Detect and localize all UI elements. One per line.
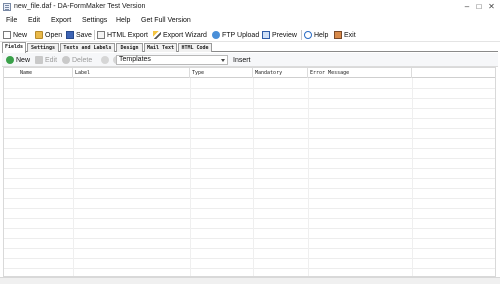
html-export-label: HTML Export xyxy=(107,31,148,39)
app-file-icon xyxy=(3,3,11,11)
table-row-divider xyxy=(4,98,495,99)
table-column-divider xyxy=(190,78,191,276)
new-button[interactable]: New xyxy=(3,30,27,40)
open-button-label: Open xyxy=(45,31,63,39)
table-row-divider xyxy=(4,188,495,189)
html-page-icon xyxy=(97,31,105,39)
exit-label: Exit xyxy=(344,31,356,39)
toolbar-separator xyxy=(94,30,95,40)
table-row-divider xyxy=(4,178,495,179)
column-header-filler xyxy=(412,68,495,78)
tab-design[interactable]: Design xyxy=(116,43,143,52)
edit-field-label: Edit xyxy=(45,56,58,64)
table-header: Name Label Type Mandatory Error Message xyxy=(4,68,495,78)
table-row-divider xyxy=(4,258,495,259)
preview-label: Preview xyxy=(272,31,297,39)
window-title: new_file.daf - DA-FormMaker Test Version xyxy=(14,3,146,10)
new-field-label: New xyxy=(16,56,31,64)
magic-wand-icon xyxy=(153,31,161,39)
tab-mail-text[interactable]: Mail Text xyxy=(144,43,177,52)
table-column-divider xyxy=(253,78,254,276)
column-header-mandatory[interactable]: Mandatory xyxy=(253,68,308,78)
add-icon xyxy=(6,56,14,64)
exit-button[interactable]: Exit xyxy=(334,30,356,40)
tab-texts-and-labels[interactable]: Texts and Labels xyxy=(60,43,115,52)
help-button[interactable]: Help xyxy=(304,30,328,40)
help-label: Help xyxy=(314,31,329,39)
table-row-divider xyxy=(4,148,495,149)
table-row-divider xyxy=(4,118,495,119)
table-row-divider xyxy=(4,138,495,139)
new-button-label: New xyxy=(13,31,28,39)
column-header-name[interactable]: Name xyxy=(4,68,73,78)
toolbar-separator xyxy=(301,30,302,40)
table-row-divider xyxy=(4,228,495,229)
move-up-button[interactable] xyxy=(101,55,111,65)
table-row-divider xyxy=(4,248,495,249)
menu-file[interactable]: File xyxy=(6,17,17,24)
export-wizard-button[interactable]: Export Wizard xyxy=(153,30,207,40)
html-export-button[interactable]: HTML Export xyxy=(97,30,148,40)
title-bar: new_file.daf - DA-FormMaker Test Version… xyxy=(0,0,500,14)
ftp-upload-label: FTP Upload xyxy=(222,31,260,39)
table-row-divider xyxy=(4,218,495,219)
save-button-label: Save xyxy=(76,31,92,39)
column-header-error-message[interactable]: Error Message xyxy=(308,68,412,78)
new-field-button[interactable]: New xyxy=(6,55,30,65)
new-file-icon xyxy=(3,31,11,39)
open-button[interactable]: Open xyxy=(35,30,62,40)
pencil-icon xyxy=(35,56,43,64)
menu-bar: File Edit Export Settings Help Get Full … xyxy=(0,15,500,27)
exit-door-icon xyxy=(334,31,342,39)
save-disk-icon xyxy=(66,31,74,39)
table-column-divider xyxy=(412,78,413,276)
help-icon xyxy=(304,31,312,39)
fields-toolbar: New Edit Delete Templates Insert xyxy=(2,53,498,67)
table-row-divider xyxy=(4,168,495,169)
delete-field-label: Delete xyxy=(72,56,93,64)
table-column-divider xyxy=(308,78,309,276)
menu-export[interactable]: Export xyxy=(51,17,71,24)
table-row-divider xyxy=(4,268,495,269)
tab-settings[interactable]: Settings xyxy=(27,43,59,52)
tab-html-code[interactable]: HTML Code xyxy=(178,43,212,52)
menu-get-full-version[interactable]: Get Full Version xyxy=(141,17,191,24)
table-row-divider xyxy=(4,108,495,109)
move-up-icon xyxy=(101,56,109,64)
delete-field-button[interactable]: Delete xyxy=(62,55,92,65)
menu-settings[interactable]: Settings xyxy=(82,17,107,24)
close-button[interactable]: ✕ xyxy=(484,1,499,12)
preview-button[interactable]: Preview xyxy=(262,30,297,40)
table-row-divider xyxy=(4,208,495,209)
chevron-down-icon xyxy=(221,59,225,62)
table-column-divider xyxy=(73,78,74,276)
fields-table[interactable]: Name Label Type Mandatory Error Message xyxy=(3,67,496,277)
folder-icon xyxy=(35,31,43,39)
column-header-type[interactable]: Type xyxy=(190,68,253,78)
preview-window-icon xyxy=(262,31,270,39)
tab-fields[interactable]: Fields xyxy=(2,42,26,53)
column-header-label[interactable]: Label xyxy=(73,68,190,78)
status-bar xyxy=(0,277,500,284)
table-row-divider xyxy=(4,238,495,239)
insert-button[interactable]: Insert xyxy=(233,55,251,65)
templates-select[interactable]: Templates xyxy=(116,55,228,65)
table-row-divider xyxy=(4,158,495,159)
table-row-divider xyxy=(4,198,495,199)
tab-strip: Fields Settings Texts and Labels Design … xyxy=(2,42,498,53)
table-row-divider xyxy=(4,88,495,89)
main-toolbar: New Open Save HTML Export Export Wizard … xyxy=(0,28,500,42)
menu-edit[interactable]: Edit xyxy=(28,17,40,24)
ftp-upload-button[interactable]: FTP Upload xyxy=(212,30,259,40)
upload-icon xyxy=(212,31,220,39)
templates-select-value: Templates xyxy=(119,56,151,63)
edit-field-button[interactable]: Edit xyxy=(35,55,57,65)
table-row-divider xyxy=(4,128,495,129)
delete-icon xyxy=(62,56,70,64)
save-button[interactable]: Save xyxy=(66,30,92,40)
export-wizard-label: Export Wizard xyxy=(163,31,207,39)
menu-help[interactable]: Help xyxy=(116,17,130,24)
